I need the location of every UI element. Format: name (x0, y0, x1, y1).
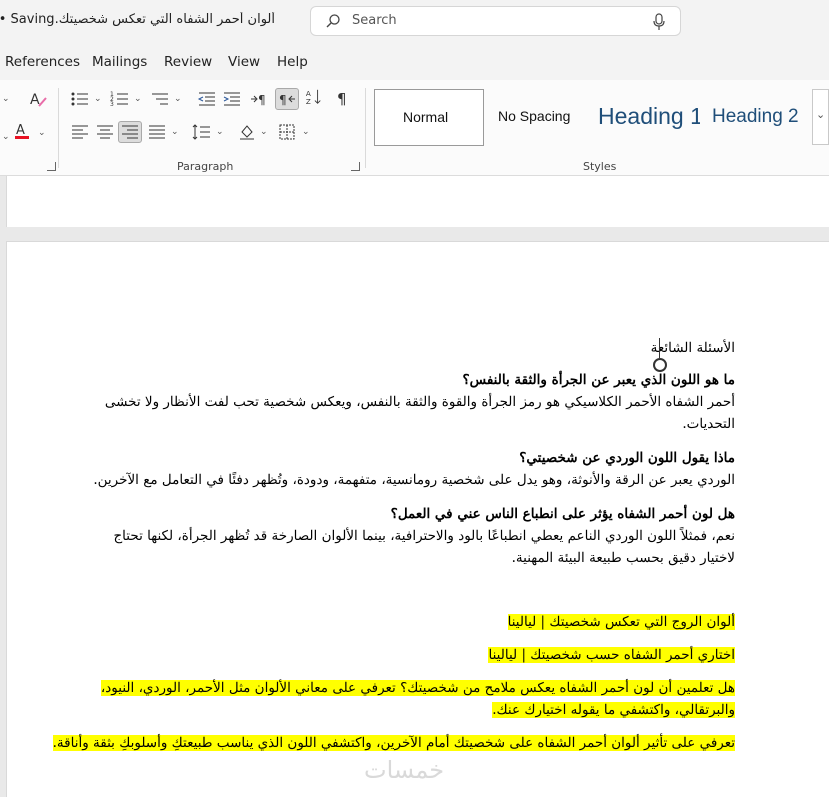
sort-icon[interactable]: AZ (304, 88, 324, 106)
style-heading-2-label: Heading 2 (712, 106, 799, 127)
bullets-icon[interactable] (70, 90, 90, 108)
rtl-direction-button[interactable]: ¶ (275, 88, 299, 110)
menu-bar: References Mailings Review View Help (0, 42, 829, 80)
styles-gallery: Normal No Spacing Heading 1 Heading 2 (372, 88, 810, 148)
increase-indent-icon[interactable] (222, 90, 242, 108)
styles-group-label: Styles (583, 160, 617, 173)
chevron-down-icon[interactable]: ⌄ (260, 127, 268, 137)
faq-question-2[interactable]: ماذا يقول اللون الوردي عن شخصيتي؟ (519, 447, 735, 469)
numbering-icon[interactable]: 123 (110, 90, 130, 108)
menu-view[interactable]: View (228, 54, 260, 70)
document-title[interactable]: ألوان أحمر الشفاه التي تعكس شخصيتك.docx … (0, 12, 275, 27)
decrease-indent-icon[interactable] (197, 90, 217, 108)
faq-answer-3-line-2[interactable]: لاختيار دقيق بحسب طبيعة البيئة المهنية. (512, 547, 735, 569)
chevron-down-icon[interactable]: ⌄ (171, 127, 179, 137)
multilevel-list-icon[interactable] (150, 90, 170, 108)
svg-text:A: A (30, 92, 40, 108)
faq-answer-3-line-1[interactable]: نعم، فمثلاً اللون الوردي الناعم يعطي انط… (113, 525, 735, 547)
menu-references[interactable]: References (5, 54, 80, 70)
style-heading-1-label: Heading 1 (598, 103, 700, 129)
chevron-down-icon[interactable]: ⌄ (174, 94, 182, 104)
line-spacing-icon[interactable] (192, 123, 212, 141)
previous-page (6, 176, 829, 227)
chevron-down-icon[interactable]: ⌄ (134, 94, 142, 104)
style-normal[interactable]: Normal (374, 89, 484, 146)
title-bar: ألوان أحمر الشفاه التي تعكس شخصيتك.docx … (0, 0, 829, 42)
svg-text:¶: ¶ (258, 93, 266, 107)
chevron-down-icon[interactable]: ⌄ (216, 127, 224, 137)
menu-mailings[interactable]: Mailings (92, 54, 147, 70)
ribbon: ⌄ A ⌄ A ⌄ ⌄ 123 ⌄ ⌄ ¶ ¶ AZ ¶ ⌄ ⌄ ⌄ ⌄ Par… (0, 80, 829, 176)
svg-text:¶: ¶ (279, 93, 287, 107)
svg-text:3: 3 (110, 101, 114, 108)
search-placeholder: Search (352, 13, 397, 28)
faq-answer-1-line-2[interactable]: التحديات. (682, 413, 735, 435)
style-no-spacing-label: No Spacing (498, 108, 571, 124)
watermark-logo: خمسات (364, 756, 445, 784)
chevron-down-icon[interactable]: ⌄ (2, 132, 10, 142)
svg-text:A: A (16, 123, 25, 138)
style-heading-2[interactable]: Heading 2 (702, 89, 807, 146)
align-right-icon (122, 125, 138, 139)
seo-title-1[interactable]: ألوان الروج التي تعكس شخصيتك | ليالينا (507, 611, 735, 633)
ltr-direction-icon[interactable]: ¶ (250, 90, 270, 108)
align-left-icon[interactable] (70, 123, 90, 141)
microphone-icon[interactable] (652, 13, 666, 31)
highlighted-text: ألوان الروج التي تعكس شخصيتك | ليالينا (507, 614, 735, 630)
borders-icon[interactable] (278, 123, 298, 141)
align-right-button[interactable] (118, 121, 142, 143)
style-heading-1[interactable]: Heading 1 (590, 89, 700, 146)
search-box[interactable]: Search (310, 6, 681, 36)
style-normal-label: Normal (403, 109, 449, 125)
meta-description-2[interactable]: تعرفي على تأثير ألوان أحمر الشفاه على شخ… (52, 732, 735, 754)
clear-formatting-icon[interactable]: A (28, 90, 48, 108)
justify-icon[interactable] (147, 123, 167, 141)
group-separator (365, 88, 366, 168)
shading-icon[interactable] (238, 123, 258, 141)
faq-answer-1-line-1[interactable]: أحمر الشفاه الأحمر الكلاسيكي هو رمز الجر… (105, 391, 735, 413)
faq-title[interactable]: الأسئلة الشائعة (651, 337, 735, 359)
chevron-down-icon[interactable]: ⌄ (302, 127, 310, 137)
seo-title-2[interactable]: اختاري أحمر الشفاه حسب شخصيتك | ليالينا (488, 644, 735, 666)
title-separator: • (0, 12, 6, 27)
chevron-down-icon[interactable]: ⌄ (38, 128, 46, 138)
meta-description-1-line-1[interactable]: هل تعلمين أن لون أحمر الشفاه يعكس ملامح … (100, 677, 735, 699)
menu-help[interactable]: Help (277, 54, 308, 70)
faq-answer-2[interactable]: الوردي يعبر عن الرقة والأنوثة، وهو يدل ع… (93, 469, 735, 491)
chevron-down-icon[interactable]: ⌄ (2, 94, 10, 104)
chevron-down-icon: ⌄ (816, 108, 826, 121)
faq-question-3[interactable]: هل لون أحمر الشفاه يؤثر على انطباع الناس… (391, 503, 735, 525)
search-icon (326, 14, 340, 28)
paragraph-dialog-launcher-icon[interactable] (351, 162, 360, 171)
style-no-spacing[interactable]: No Spacing (488, 89, 588, 146)
chevron-down-icon[interactable]: ⌄ (94, 94, 102, 104)
save-status: Saving... (10, 12, 55, 27)
styles-more-button[interactable]: ⌄ (812, 89, 829, 145)
highlighted-text: هل تعلمين أن لون أحمر الشفاه يعكس ملامح … (100, 680, 735, 696)
rtl-direction-icon: ¶ (279, 93, 295, 107)
highlighted-text: اختاري أحمر الشفاه حسب شخصيتك | ليالينا (488, 647, 735, 663)
menu-review[interactable]: Review (164, 54, 212, 70)
paragraph-group-label: Paragraph (177, 160, 234, 173)
group-separator (58, 88, 59, 168)
font-color-icon[interactable]: A (13, 122, 33, 140)
highlighted-text: تعرفي على تأثير ألوان أحمر الشفاه على شخ… (52, 735, 735, 751)
show-marks-icon[interactable]: ¶ (337, 90, 347, 108)
highlighted-text: والبرتقالي، واكتشفي ما يقوله اختيارك عنك… (492, 702, 735, 718)
text-cursor (659, 338, 660, 358)
align-center-icon[interactable] (95, 123, 115, 141)
font-dialog-launcher-icon[interactable] (47, 162, 56, 171)
faq-question-1[interactable]: ما هو اللون الذي يعبر عن الجرأة والثقة ب… (462, 369, 735, 391)
meta-description-1-line-2[interactable]: والبرتقالي، واكتشفي ما يقوله اختيارك عنك… (492, 699, 735, 721)
svg-text:Z: Z (306, 97, 311, 106)
